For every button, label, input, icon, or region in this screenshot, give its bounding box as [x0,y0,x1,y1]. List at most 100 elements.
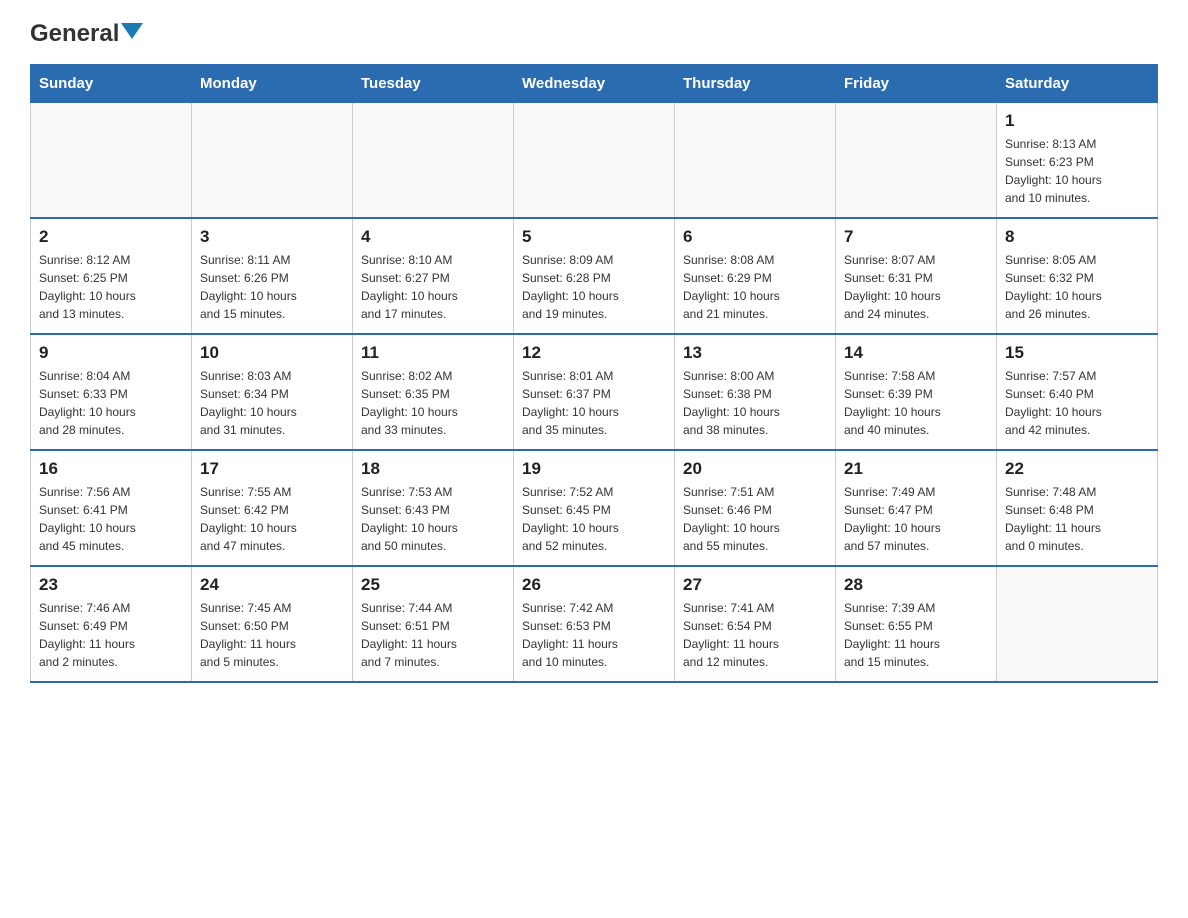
weekday-header-row: SundayMondayTuesdayWednesdayThursdayFrid… [31,65,1158,103]
day-number: 8 [1005,227,1149,247]
day-info: Sunrise: 7:57 AM Sunset: 6:40 PM Dayligh… [1005,367,1149,439]
day-info: Sunrise: 8:11 AM Sunset: 6:26 PM Dayligh… [200,251,344,323]
calendar-cell [514,103,675,219]
calendar-cell: 14 Sunrise: 7:58 AM Sunset: 6:39 PM Dayli… [836,334,997,450]
page-header: General [30,20,1158,44]
day-number: 23 [39,575,183,595]
day-number: 26 [522,575,666,595]
day-number: 4 [361,227,505,247]
calendar-cell: 13 Sunrise: 8:00 AM Sunset: 6:38 PM Dayli… [675,334,836,450]
calendar-cell [836,103,997,219]
day-info: Sunrise: 8:09 AM Sunset: 6:28 PM Dayligh… [522,251,666,323]
day-number: 6 [683,227,827,247]
day-number: 2 [39,227,183,247]
day-info: Sunrise: 8:08 AM Sunset: 6:29 PM Dayligh… [683,251,827,323]
day-number: 11 [361,343,505,363]
day-info: Sunrise: 8:02 AM Sunset: 6:35 PM Dayligh… [361,367,505,439]
day-info: Sunrise: 8:00 AM Sunset: 6:38 PM Dayligh… [683,367,827,439]
day-number: 20 [683,459,827,479]
day-info: Sunrise: 7:39 AM Sunset: 6:55 PM Dayligh… [844,599,988,671]
calendar-cell [192,103,353,219]
calendar-cell: 6 Sunrise: 8:08 AM Sunset: 6:29 PM Daylig… [675,218,836,334]
week-row-3: 9Sunrise: 8:04 AM Sunset: 6:33 PM Daylig… [31,334,1158,450]
calendar-cell: 7 Sunrise: 8:07 AM Sunset: 6:31 PM Daylig… [836,218,997,334]
calendar-cell: 16 Sunrise: 7:56 AM Sunset: 6:41 PM Dayli… [31,450,192,566]
day-number: 7 [844,227,988,247]
day-number: 12 [522,343,666,363]
day-info: Sunrise: 7:41 AM Sunset: 6:54 PM Dayligh… [683,599,827,671]
day-number: 21 [844,459,988,479]
calendar-cell: 24 Sunrise: 7:45 AM Sunset: 6:50 PM Dayli… [192,566,353,682]
calendar-cell [675,103,836,219]
day-number: 24 [200,575,344,595]
calendar-cell: 17 Sunrise: 7:55 AM Sunset: 6:42 PM Dayli… [192,450,353,566]
day-info: Sunrise: 8:05 AM Sunset: 6:32 PM Dayligh… [1005,251,1149,323]
calendar-cell: 11 Sunrise: 8:02 AM Sunset: 6:35 PM Dayli… [353,334,514,450]
day-number: 28 [844,575,988,595]
day-info: Sunrise: 7:58 AM Sunset: 6:39 PM Dayligh… [844,367,988,439]
day-number: 17 [200,459,344,479]
calendar-cell [997,566,1158,682]
week-row-1: 1 Sunrise: 8:13 AM Sunset: 6:23 PM Daylig… [31,103,1158,219]
day-number: 3 [200,227,344,247]
calendar-cell [31,103,192,219]
day-number: 27 [683,575,827,595]
week-row-4: 16 Sunrise: 7:56 AM Sunset: 6:41 PM Dayli… [31,450,1158,566]
calendar-cell: 10Sunrise: 8:03 AM Sunset: 6:34 PM Dayli… [192,334,353,450]
calendar-cell: 9Sunrise: 8:04 AM Sunset: 6:33 PM Daylig… [31,334,192,450]
calendar-cell: 12Sunrise: 8:01 AM Sunset: 6:37 PM Dayli… [514,334,675,450]
weekday-header-thursday: Thursday [675,65,836,103]
calendar-cell: 4Sunrise: 8:10 AM Sunset: 6:27 PM Daylig… [353,218,514,334]
calendar-cell: 28 Sunrise: 7:39 AM Sunset: 6:55 PM Dayli… [836,566,997,682]
day-number: 22 [1005,459,1149,479]
weekday-header-sunday: Sunday [31,65,192,103]
day-number: 13 [683,343,827,363]
calendar-cell: 20 Sunrise: 7:51 AM Sunset: 6:46 PM Dayli… [675,450,836,566]
week-row-2: 2 Sunrise: 8:12 AM Sunset: 6:25 PM Daylig… [31,218,1158,334]
day-number: 16 [39,459,183,479]
day-number: 5 [522,227,666,247]
calendar-cell: 19 Sunrise: 7:52 AM Sunset: 6:45 PM Dayli… [514,450,675,566]
logo-triangle-icon [121,23,143,39]
day-info: Sunrise: 8:13 AM Sunset: 6:23 PM Dayligh… [1005,135,1149,207]
calendar-table: SundayMondayTuesdayWednesdayThursdayFrid… [30,64,1158,683]
weekday-header-tuesday: Tuesday [353,65,514,103]
day-info: Sunrise: 7:52 AM Sunset: 6:45 PM Dayligh… [522,483,666,555]
weekday-header-saturday: Saturday [997,65,1158,103]
calendar-cell: 1 Sunrise: 8:13 AM Sunset: 6:23 PM Daylig… [997,103,1158,219]
calendar-cell: 15 Sunrise: 7:57 AM Sunset: 6:40 PM Dayli… [997,334,1158,450]
calendar-cell: 21 Sunrise: 7:49 AM Sunset: 6:47 PM Dayli… [836,450,997,566]
calendar-cell: 5 Sunrise: 8:09 AM Sunset: 6:28 PM Daylig… [514,218,675,334]
day-info: Sunrise: 8:04 AM Sunset: 6:33 PM Dayligh… [39,367,183,439]
day-number: 15 [1005,343,1149,363]
day-info: Sunrise: 8:12 AM Sunset: 6:25 PM Dayligh… [39,251,183,323]
calendar-cell: 26 Sunrise: 7:42 AM Sunset: 6:53 PM Dayli… [514,566,675,682]
calendar-cell: 25 Sunrise: 7:44 AM Sunset: 6:51 PM Dayli… [353,566,514,682]
calendar-cell: 8 Sunrise: 8:05 AM Sunset: 6:32 PM Daylig… [997,218,1158,334]
day-info: Sunrise: 7:44 AM Sunset: 6:51 PM Dayligh… [361,599,505,671]
calendar-cell: 23Sunrise: 7:46 AM Sunset: 6:49 PM Dayli… [31,566,192,682]
day-info: Sunrise: 7:42 AM Sunset: 6:53 PM Dayligh… [522,599,666,671]
day-number: 1 [1005,111,1149,131]
calendar-cell [353,103,514,219]
day-number: 25 [361,575,505,595]
weekday-header-wednesday: Wednesday [514,65,675,103]
day-info: Sunrise: 7:56 AM Sunset: 6:41 PM Dayligh… [39,483,183,555]
weekday-header-friday: Friday [836,65,997,103]
day-info: Sunrise: 7:45 AM Sunset: 6:50 PM Dayligh… [200,599,344,671]
calendar-cell: 18Sunrise: 7:53 AM Sunset: 6:43 PM Dayli… [353,450,514,566]
day-info: Sunrise: 7:48 AM Sunset: 6:48 PM Dayligh… [1005,483,1149,555]
logo: General [30,20,143,44]
day-info: Sunrise: 7:49 AM Sunset: 6:47 PM Dayligh… [844,483,988,555]
week-row-5: 23Sunrise: 7:46 AM Sunset: 6:49 PM Dayli… [31,566,1158,682]
calendar-cell: 27 Sunrise: 7:41 AM Sunset: 6:54 PM Dayli… [675,566,836,682]
day-number: 18 [361,459,505,479]
day-number: 19 [522,459,666,479]
calendar-cell: 22 Sunrise: 7:48 AM Sunset: 6:48 PM Dayli… [997,450,1158,566]
day-number: 14 [844,343,988,363]
day-number: 10 [200,343,344,363]
calendar-cell: 3 Sunrise: 8:11 AM Sunset: 6:26 PM Daylig… [192,218,353,334]
day-info: Sunrise: 7:51 AM Sunset: 6:46 PM Dayligh… [683,483,827,555]
day-info: Sunrise: 8:07 AM Sunset: 6:31 PM Dayligh… [844,251,988,323]
day-info: Sunrise: 7:55 AM Sunset: 6:42 PM Dayligh… [200,483,344,555]
